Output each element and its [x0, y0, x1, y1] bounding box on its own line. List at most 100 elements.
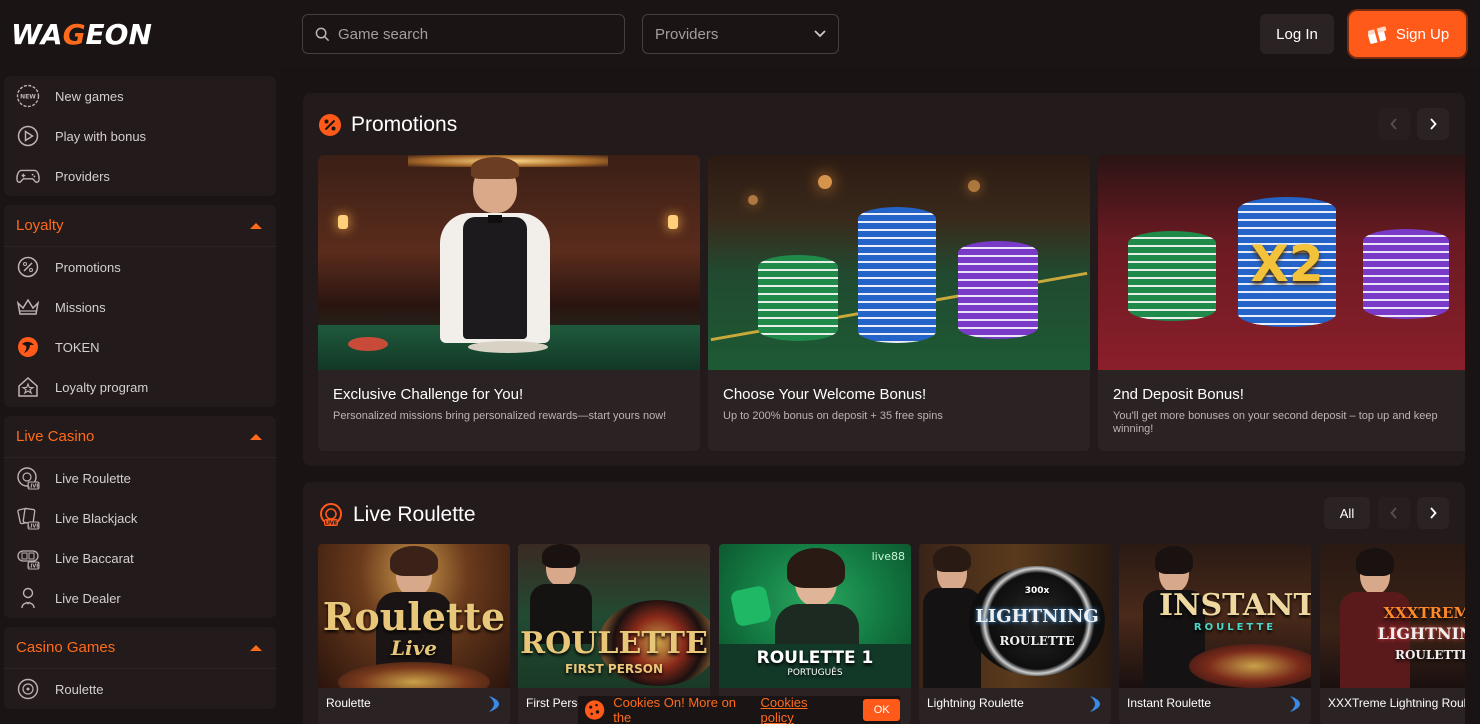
sidebar-item-missions[interactable]: Missions [4, 287, 276, 327]
game-card-lightning-roulette[interactable]: 300x LIGHTNING ROULETTE Lightning Roulet… [919, 544, 1111, 724]
game-card-xxxtreme-lightning-roulette[interactable]: XXXTREME LIGHTNING ROULETTE XXXTreme Lig… [1320, 544, 1465, 724]
promo-card-second-deposit[interactable]: X2 2nd Deposit Bonus! You'll get more bo… [1098, 155, 1465, 451]
game-thumbnail: Roulette Live [318, 544, 510, 688]
token-icon [16, 335, 40, 359]
promotions-prev-button[interactable] [1378, 108, 1410, 140]
search-icon [315, 27, 330, 41]
provider-live88-badge: live88 [871, 550, 905, 563]
signup-label: Sign Up [1395, 25, 1450, 43]
promo-card-welcome-bonus[interactable]: Choose Your Welcome Bonus! Up to 200% bo… [708, 155, 1090, 451]
cookies-policy-link[interactable]: Cookies policy [761, 695, 842, 724]
providers-dropdown-label: Providers [655, 25, 719, 43]
x2-badge: X2 [1250, 235, 1324, 293]
sidebar-section-live-casino[interactable]: Live Casino [4, 416, 276, 458]
promo-description: Up to 200% bonus on deposit + 35 free sp… [723, 410, 943, 422]
promo-description: Personalized missions bring personalized… [333, 410, 667, 422]
chevron-left-icon [1390, 118, 1397, 130]
gamepad-icon [16, 164, 40, 188]
play-icon [16, 124, 40, 148]
live-roulette-prev-button[interactable] [1378, 497, 1410, 529]
live-baccarat-icon: LIVE [16, 546, 40, 570]
game-thumbnail: XXXTREME LIGHTNING ROULETTE [1320, 544, 1465, 688]
house-star-icon [16, 375, 40, 399]
sidebar-top-group: NEW New games Play with bonus Providers [4, 76, 276, 196]
sidebar-item-token[interactable]: TOKEN [4, 327, 276, 367]
percent-icon [16, 255, 40, 279]
promotions-next-button[interactable] [1417, 108, 1449, 140]
new-icon: NEW [16, 84, 40, 108]
live-roulette-all-button[interactable]: All [1324, 497, 1370, 529]
sidebar-item-live-baccarat[interactable]: LIVE Live Baccarat [4, 538, 276, 578]
game-thumbnail: INSTANT ROULETTE [1119, 544, 1311, 688]
sidebar-item-new-games[interactable]: NEW New games [4, 76, 276, 116]
sidebar-section-loyalty[interactable]: Loyalty [4, 205, 276, 247]
sidebar-section-casino-games[interactable]: Casino Games [4, 627, 276, 669]
login-button[interactable]: Log In [1260, 14, 1334, 54]
promotions-section: Promotions Exclusive Challenge for You! … [303, 93, 1465, 466]
caret-up-icon [250, 222, 262, 229]
chevron-left-icon [1390, 507, 1397, 519]
promo-title: Choose Your Welcome Bonus! [723, 386, 927, 403]
promotions-heading: Promotions [318, 113, 457, 137]
sidebar-casino-games-group: Casino Games Roulette [4, 627, 276, 709]
promo-image-dealer [318, 155, 700, 370]
chevron-right-icon [1430, 118, 1437, 130]
caret-up-icon [250, 644, 262, 651]
game-thumbnail: 300x LIGHTNING ROULETTE [919, 544, 1111, 688]
promo-title: Exclusive Challenge for You! [333, 386, 524, 403]
top-header: WAGEON Providers Log In Sign Up [0, 0, 1480, 68]
live-roulette-badge-icon: LIVE [320, 503, 342, 527]
wageon-logo[interactable]: WAGEON [11, 18, 152, 51]
sidebar-item-play-with-bonus[interactable]: Play with bonus [4, 116, 276, 156]
live-roulette-section: LIVE Live Roulette All Roulette Live Rou… [303, 482, 1465, 724]
svg-text:LIVE: LIVE [27, 524, 40, 530]
promo-image-x2-chips: X2 [1098, 155, 1465, 370]
chevron-right-icon [1430, 507, 1437, 519]
signup-button[interactable]: Sign Up [1349, 11, 1466, 57]
providers-dropdown[interactable]: Providers [642, 14, 839, 54]
sidebar-item-providers[interactable]: Providers [4, 156, 276, 196]
caret-up-icon [250, 433, 262, 440]
cookie-text: Cookies On! More on the [613, 695, 737, 724]
sidebar: NEW New games Play with bonus Providers … [0, 68, 280, 724]
sidebar-item-live-dealer[interactable]: Live Dealer [4, 578, 276, 618]
promo-description: You'll get more bonuses on your second d… [1113, 410, 1438, 435]
sidebar-item-live-roulette[interactable]: LIVE Live Roulette [4, 458, 276, 498]
percent-badge-icon [319, 114, 341, 136]
play-arrow-icon [1290, 696, 1300, 712]
sidebar-item-live-blackjack[interactable]: LIVE Live Blackjack [4, 498, 276, 538]
game-thumbnail: live88 ROULETTE 1 PORTUGUÊS [719, 544, 911, 688]
game-card-instant-roulette[interactable]: INSTANT ROULETTE Instant Roulette [1119, 544, 1311, 724]
svg-text:LIVE: LIVE [27, 564, 40, 570]
game-name: Roulette [326, 696, 371, 710]
promo-card-exclusive-challenge[interactable]: Exclusive Challenge for You! Personalize… [318, 155, 700, 451]
gift-icon [1367, 26, 1387, 44]
sidebar-item-roulette[interactable]: Roulette [4, 669, 276, 709]
sidebar-item-loyalty-program[interactable]: Loyalty program [4, 367, 276, 407]
svg-text:LIVE: LIVE [27, 484, 40, 490]
svg-text:LIVE: LIVE [325, 521, 338, 527]
live-roulette-next-button[interactable] [1417, 497, 1449, 529]
live-cards-icon: LIVE [16, 506, 40, 530]
game-search[interactable] [302, 14, 625, 54]
cookie-banner: Cookies On! More on the Cookies policy O… [578, 695, 900, 724]
live-roulette-icon: LIVE [16, 466, 40, 490]
promo-image-chips [708, 155, 1090, 370]
game-card-roulette[interactable]: Roulette Live Roulette [318, 544, 510, 724]
live-roulette-heading: LIVE Live Roulette [318, 502, 476, 528]
game-name: Lightning Roulette [927, 696, 1024, 710]
game-thumbnail: ROULETTE FIRST PERSON [518, 544, 710, 688]
sidebar-loyalty-group: Loyalty Promotions Missions TOKEN Loyalt… [4, 205, 276, 407]
game-name: XXXTreme Lightning Roulette [1328, 696, 1465, 710]
cookie-icon [584, 700, 605, 720]
svg-text:NEW: NEW [20, 94, 36, 101]
search-input[interactable] [338, 25, 608, 43]
chevron-down-icon [814, 30, 826, 38]
play-arrow-icon [1090, 696, 1100, 712]
dealer-icon [16, 586, 40, 610]
sidebar-item-promotions[interactable]: Promotions [4, 247, 276, 287]
roulette-icon [16, 677, 40, 701]
cookie-ok-button[interactable]: OK [863, 699, 900, 721]
promo-title: 2nd Deposit Bonus! [1113, 386, 1244, 403]
sidebar-live-casino-group: Live Casino LIVE Live Roulette LIVE Live… [4, 416, 276, 618]
